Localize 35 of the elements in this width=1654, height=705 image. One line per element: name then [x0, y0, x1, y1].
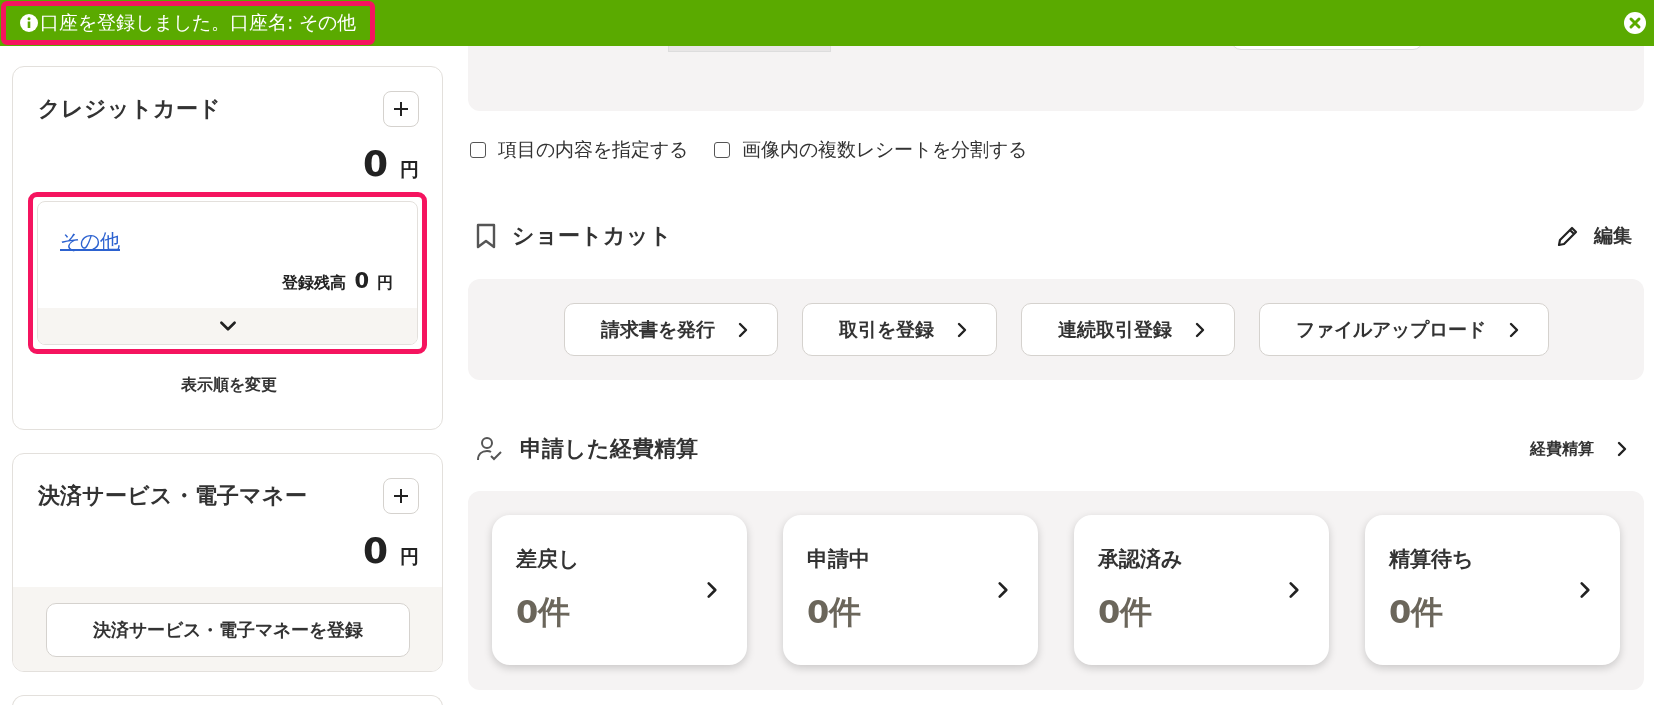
shortcut-button[interactable]: ファイルアップロード [1258, 303, 1549, 356]
shortcut-button[interactable]: 請求書を発行 [563, 303, 778, 356]
status-card[interactable]: 承認済み 0件 [1074, 515, 1329, 665]
account-link[interactable]: その他 [60, 228, 120, 255]
reorder-button[interactable]: 表示順を変更 [174, 374, 283, 397]
register-button[interactable]: 決済サービス・電子マネーを登録 [46, 603, 410, 657]
total-amount: 0 [362, 143, 388, 184]
total-amount: 0 [362, 530, 388, 571]
balance-amount: 0 [354, 269, 369, 293]
status-card[interactable]: 申請中 0件 [783, 515, 1038, 665]
shortcut-button[interactable]: 連続取引登録 [1020, 303, 1235, 356]
balance-label: 登録残高 [282, 273, 347, 294]
status-label: 精算待ち [1389, 546, 1474, 573]
currency-unit: 円 [377, 273, 393, 294]
edit-button[interactable]: 編集 [1556, 223, 1632, 249]
shortcut-button[interactable]: 取引を登録 [801, 303, 997, 356]
status-label: 申請中 [807, 546, 870, 573]
status-card[interactable]: 差戻し 0件 [492, 515, 747, 665]
status-count: 0件 [1389, 592, 1444, 633]
status-label: 承認済み [1098, 546, 1183, 573]
status-count: 0件 [807, 592, 862, 633]
expense-link[interactable]: 経費精算 [1530, 438, 1632, 460]
status-count: 0件 [516, 592, 571, 633]
card-title: 決済サービス・電子マネー [38, 482, 307, 510]
card-title: クレジットカード [38, 95, 221, 123]
section-title: 申請した経費精算 [520, 435, 698, 463]
status-card[interactable]: 精算待ち 0件 [1365, 515, 1620, 665]
status-count: 0件 [1098, 592, 1153, 633]
notification-text: 口座を登録しました。口座名: その他 [40, 10, 357, 35]
section-title: ショートカット [512, 222, 672, 250]
status-label: 差戻し [516, 546, 580, 573]
currency-unit: 円 [400, 544, 419, 569]
checkbox-option[interactable]: 項目の内容を指定する [470, 137, 688, 163]
currency-unit: 円 [400, 157, 419, 182]
checkbox-option[interactable]: 画像内の複数レシートを分割する [714, 137, 1027, 163]
